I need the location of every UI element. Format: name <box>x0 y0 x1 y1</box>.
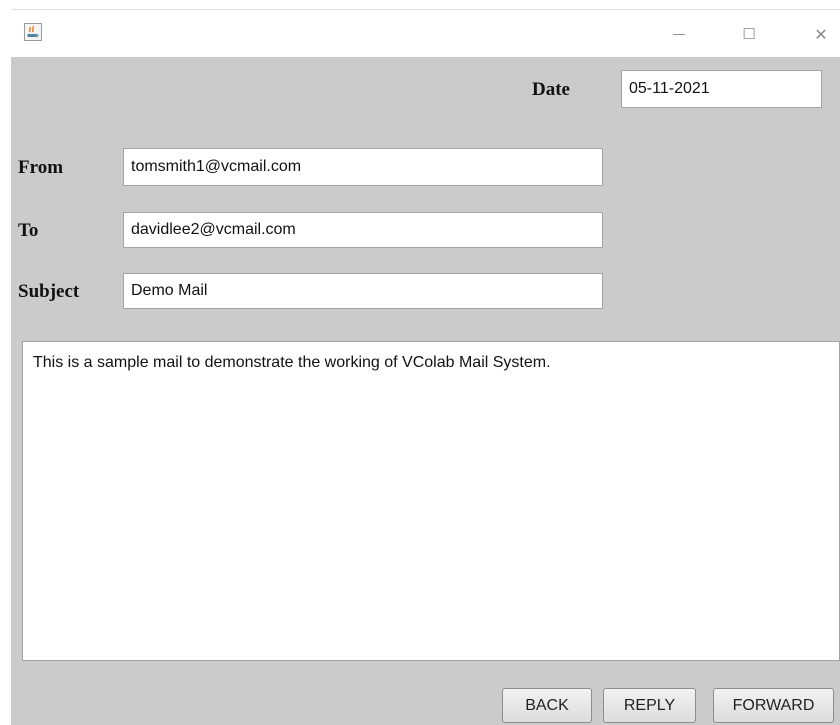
date-field[interactable]: 05-11-2021 <box>621 70 822 108</box>
forward-button-label: FORWARD <box>732 696 815 714</box>
maximize-button[interactable]: ☐ <box>735 22 763 46</box>
reply-button[interactable]: REPLY <box>603 688 696 723</box>
to-label: To <box>18 220 39 241</box>
to-value: davidlee2@vcmail.com <box>131 221 296 238</box>
reply-button-label: REPLY <box>623 696 676 714</box>
minimize-icon: — <box>672 26 686 42</box>
subject-field[interactable]: Demo Mail <box>123 273 603 309</box>
minimize-button[interactable]: — <box>665 22 693 46</box>
java-icon <box>24 23 42 41</box>
mail-body-text: This is a sample mail to demonstrate the… <box>33 354 551 371</box>
from-value: tomsmith1@vcmail.com <box>131 158 302 175</box>
back-button-label: BACK <box>525 696 569 714</box>
subject-label: Subject <box>18 281 80 302</box>
from-field[interactable]: tomsmith1@vcmail.com <box>123 148 603 186</box>
to-field[interactable]: davidlee2@vcmail.com <box>123 212 603 248</box>
close-icon: ✕ <box>814 24 828 44</box>
back-button[interactable]: BACK <box>502 688 592 723</box>
title-bar: — ☐ ✕ <box>11 9 840 58</box>
maximize-icon: ☐ <box>742 25 756 43</box>
date-label: Date <box>532 79 570 100</box>
date-value: 05-11-2021 <box>629 80 710 97</box>
close-button[interactable]: ✕ <box>807 22 835 46</box>
forward-button[interactable]: FORWARD <box>713 688 834 723</box>
subject-value: Demo Mail <box>131 282 208 299</box>
from-label: From <box>18 157 64 178</box>
mail-view-panel: Date 05-11-2021 From tomsmith1@vcmail.co… <box>11 57 840 725</box>
mail-body-textarea[interactable]: This is a sample mail to demonstrate the… <box>22 341 840 661</box>
